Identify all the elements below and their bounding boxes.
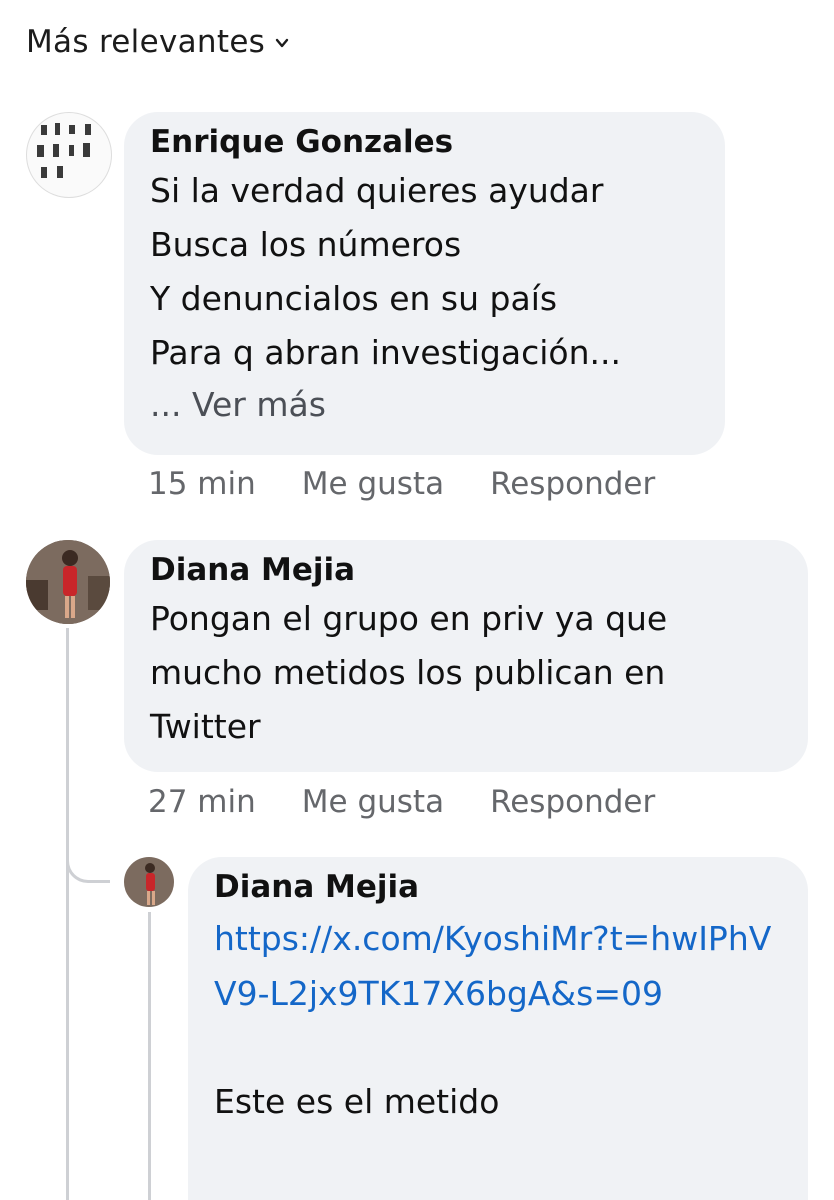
thread-line (148, 912, 151, 1200)
comment-bubble: Enrique Gonzales Si la verdad quieres ay… (124, 112, 725, 455)
comment-text: Si la verdad quieres ayudar Busca los nú… (150, 171, 621, 372)
comment-time: 15 min (148, 466, 256, 502)
reply-bubble: Diana Mejia https://x.com/KyoshiMr?t=hwI… (188, 857, 808, 1200)
thread-line (66, 628, 69, 1200)
comment-author[interactable]: Enrique Gonzales (150, 124, 699, 160)
comment-author[interactable]: Diana Mejia (150, 552, 782, 588)
comment-actions: 27 min Me gusta Responder (148, 784, 655, 820)
like-button[interactable]: Me gusta (302, 466, 444, 502)
avatar[interactable] (26, 112, 112, 198)
avatar[interactable] (124, 857, 174, 907)
comment-time: 27 min (148, 784, 256, 820)
reply-button[interactable]: Responder (490, 784, 655, 820)
comment-actions: 15 min Me gusta Responder (148, 466, 655, 502)
reply-author[interactable]: Diana Mejia (214, 869, 782, 905)
sort-label: Más relevantes (26, 24, 266, 60)
comment-bubble: Diana Mejia Pongan el grupo en priv ya q… (124, 540, 808, 772)
see-more-link[interactable]: ... Ver más (150, 380, 699, 430)
chevron-down-icon (275, 35, 289, 49)
comment-text: Pongan el grupo en priv ya que mucho met… (150, 599, 668, 746)
sort-selector[interactable]: Más relevantes (26, 24, 289, 60)
reply-button[interactable]: Responder (490, 466, 655, 502)
reply-connector (66, 855, 110, 883)
reply-link[interactable]: https://x.com/KyoshiMr?t=hwIPhVV9-L2jx9T… (214, 911, 782, 1021)
like-button[interactable]: Me gusta (302, 784, 444, 820)
reply-text: Este es el metido (214, 1082, 500, 1121)
avatar[interactable] (26, 540, 110, 624)
